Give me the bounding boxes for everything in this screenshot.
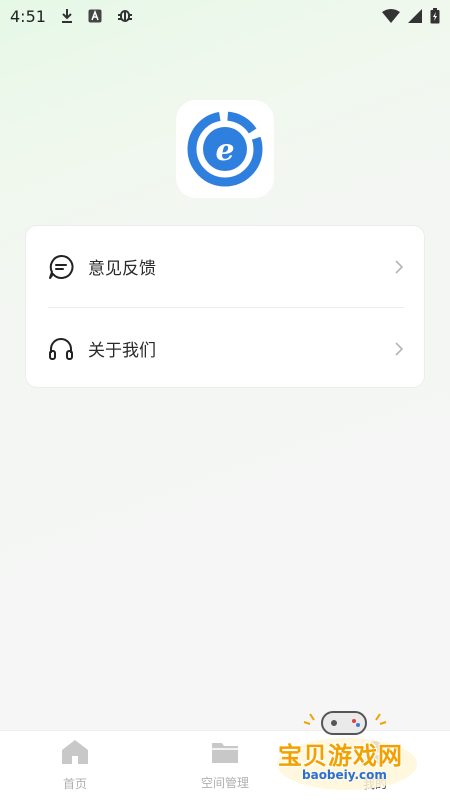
chevron-right-icon [394, 341, 404, 357]
nav-label: 首页 [62, 777, 87, 791]
menu-item-label: 意见反馈 [88, 259, 156, 279]
nav-label: 空间管理 [200, 776, 249, 790]
app-logo-icon: e [187, 111, 263, 187]
battery-icon [430, 8, 440, 24]
headphones-icon [48, 336, 74, 362]
home-icon [61, 739, 89, 769]
menu-card: 意见反馈 关于我们 [25, 225, 425, 388]
chevron-right-icon [394, 259, 404, 275]
feedback-chat-icon [48, 254, 74, 280]
folder-icon [211, 740, 239, 768]
watermark-title: 宝贝游戏网 [278, 742, 403, 770]
watermark-url: baobeiy.com [302, 768, 387, 782]
status-time: 4:51 [10, 6, 46, 26]
status-icons-left [60, 7, 134, 25]
watermark: 宝贝游戏网 baobeiy.com [272, 706, 422, 794]
status-icons-right [382, 8, 440, 24]
menu-item-feedback[interactable]: 意见反馈 [26, 226, 426, 307]
menu-item-about[interactable]: 关于我们 [26, 308, 426, 389]
app-logo-letter: e [215, 133, 234, 168]
a-icon [88, 9, 102, 23]
wifi-icon [382, 9, 400, 23]
download-icon [60, 8, 74, 24]
menu-item-label: 关于我们 [88, 341, 156, 361]
bug-icon [116, 7, 134, 25]
status-bar: 4:51 [0, 0, 450, 32]
signal-icon [408, 9, 422, 23]
app-logo: e [176, 100, 274, 198]
nav-item-home[interactable]: 首页 [0, 731, 150, 800]
